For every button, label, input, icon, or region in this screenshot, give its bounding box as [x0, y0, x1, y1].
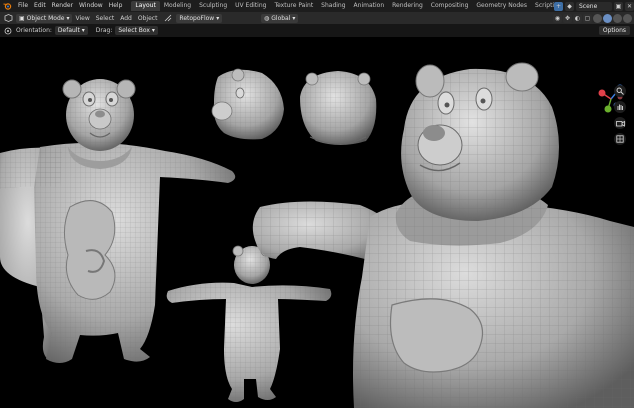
tab-sculpting[interactable]: Sculpting	[195, 1, 231, 11]
options-button[interactable]: Options	[598, 26, 630, 35]
menu-render[interactable]: Render	[49, 1, 76, 11]
tab-texture-paint[interactable]: Texture Paint	[270, 1, 317, 11]
mode-label: Object Mode	[26, 14, 65, 22]
visibility-icon[interactable]: ◉	[553, 13, 562, 23]
bear-front-model[interactable]	[0, 79, 236, 363]
gizmo-toggle-icon[interactable]: ✥	[563, 13, 572, 23]
grid-perspective-icon[interactable]	[614, 133, 626, 145]
blender-logo-icon[interactable]	[2, 1, 12, 11]
chevron-down-icon: ▾	[292, 14, 296, 22]
tab-animation[interactable]: Animation	[350, 1, 389, 11]
topbar-right: + ◆ Scene ▣ ✕	[554, 1, 634, 11]
tab-compositing[interactable]: Compositing	[427, 1, 473, 11]
orientation-dropdown[interactable]: Default ▾	[54, 26, 88, 35]
3d-viewport[interactable]	[0, 37, 634, 408]
tab-rendering[interactable]: Rendering	[388, 1, 427, 11]
tab-uv-editing[interactable]: UV Editing	[231, 1, 270, 11]
viewport-header: ▣ Object Mode ▾ View Select Add Object R…	[0, 12, 634, 24]
globe-icon: ◍	[264, 14, 270, 22]
overlays-icon[interactable]: ◐	[573, 13, 582, 23]
tab-shading[interactable]: Shading	[317, 1, 349, 11]
solid-shading-icon[interactable]	[603, 13, 612, 23]
menu-view[interactable]: View	[72, 14, 92, 23]
menu-add[interactable]: Add	[117, 14, 135, 23]
snap-target-label: RetopoFlow	[179, 14, 215, 22]
drag-label: Drag:	[95, 27, 113, 34]
orientation-icon[interactable]	[163, 14, 173, 23]
tool-icon[interactable]	[3, 26, 13, 35]
snap-target-dropdown[interactable]: RetopoFlow ▾	[176, 13, 223, 23]
orientation-value: Default	[57, 27, 80, 34]
menu-edit[interactable]: Edit	[31, 1, 49, 11]
rendered-shading-icon[interactable]	[623, 13, 632, 23]
transform-orientation-dropdown[interactable]: ◍ Global ▾	[261, 13, 299, 23]
hand-pan-icon[interactable]	[614, 101, 626, 113]
chevron-down-icon: ▾	[216, 14, 220, 22]
menu-file[interactable]: File	[15, 1, 31, 11]
menu-window[interactable]: Window	[76, 1, 106, 11]
bear-back-model[interactable]	[166, 245, 332, 402]
menu-object[interactable]: Object	[135, 14, 161, 23]
wireframe-shading-icon[interactable]	[593, 13, 602, 23]
material-shading-icon[interactable]	[613, 13, 622, 23]
tab-layout[interactable]: Layout	[131, 1, 160, 11]
workspace-tabs: Layout Modeling Sculpting UV Editing Tex…	[131, 1, 565, 11]
camera-icon[interactable]	[614, 117, 626, 129]
mode-selector[interactable]: ▣ Object Mode ▾	[16, 13, 73, 23]
object-mode-icon: ▣	[19, 14, 25, 22]
chevron-down-icon: ▾	[66, 14, 70, 22]
viewport-canvas	[0, 62, 634, 408]
menu-select[interactable]: Select	[93, 14, 118, 23]
zoom-icon[interactable]	[614, 85, 626, 97]
xray-icon[interactable]: ▢	[583, 13, 592, 23]
transform-orientation-label: Global	[271, 14, 291, 22]
top-bar: File Edit Render Window Help Layout Mode…	[0, 0, 634, 12]
drag-value: Select Box	[118, 27, 150, 34]
scene-new-icon[interactable]: ▣	[614, 1, 623, 11]
3d-viewport-icon[interactable]	[3, 14, 13, 23]
tool-settings-header: Orientation: Default ▾ Drag: Select Box …	[0, 24, 634, 37]
tab-modeling[interactable]: Modeling	[160, 1, 195, 11]
bear-head-back-model[interactable]	[300, 71, 377, 145]
scene-selector-icon[interactable]: ◆	[565, 1, 574, 11]
orientation-label: Orientation:	[16, 27, 52, 34]
workspace-add-icon[interactable]: +	[554, 1, 563, 11]
tab-geometry-nodes[interactable]: Geometry Nodes	[472, 1, 531, 11]
scene-name-field[interactable]: Scene	[576, 1, 612, 11]
shading-controls: ◉ ✥ ◐ ▢	[553, 13, 632, 23]
scene-delete-icon[interactable]: ✕	[625, 1, 634, 11]
bear-head-side-model[interactable]	[211, 68, 284, 140]
drag-dropdown[interactable]: Select Box ▾	[115, 26, 158, 35]
menu-help[interactable]: Help	[106, 1, 126, 11]
